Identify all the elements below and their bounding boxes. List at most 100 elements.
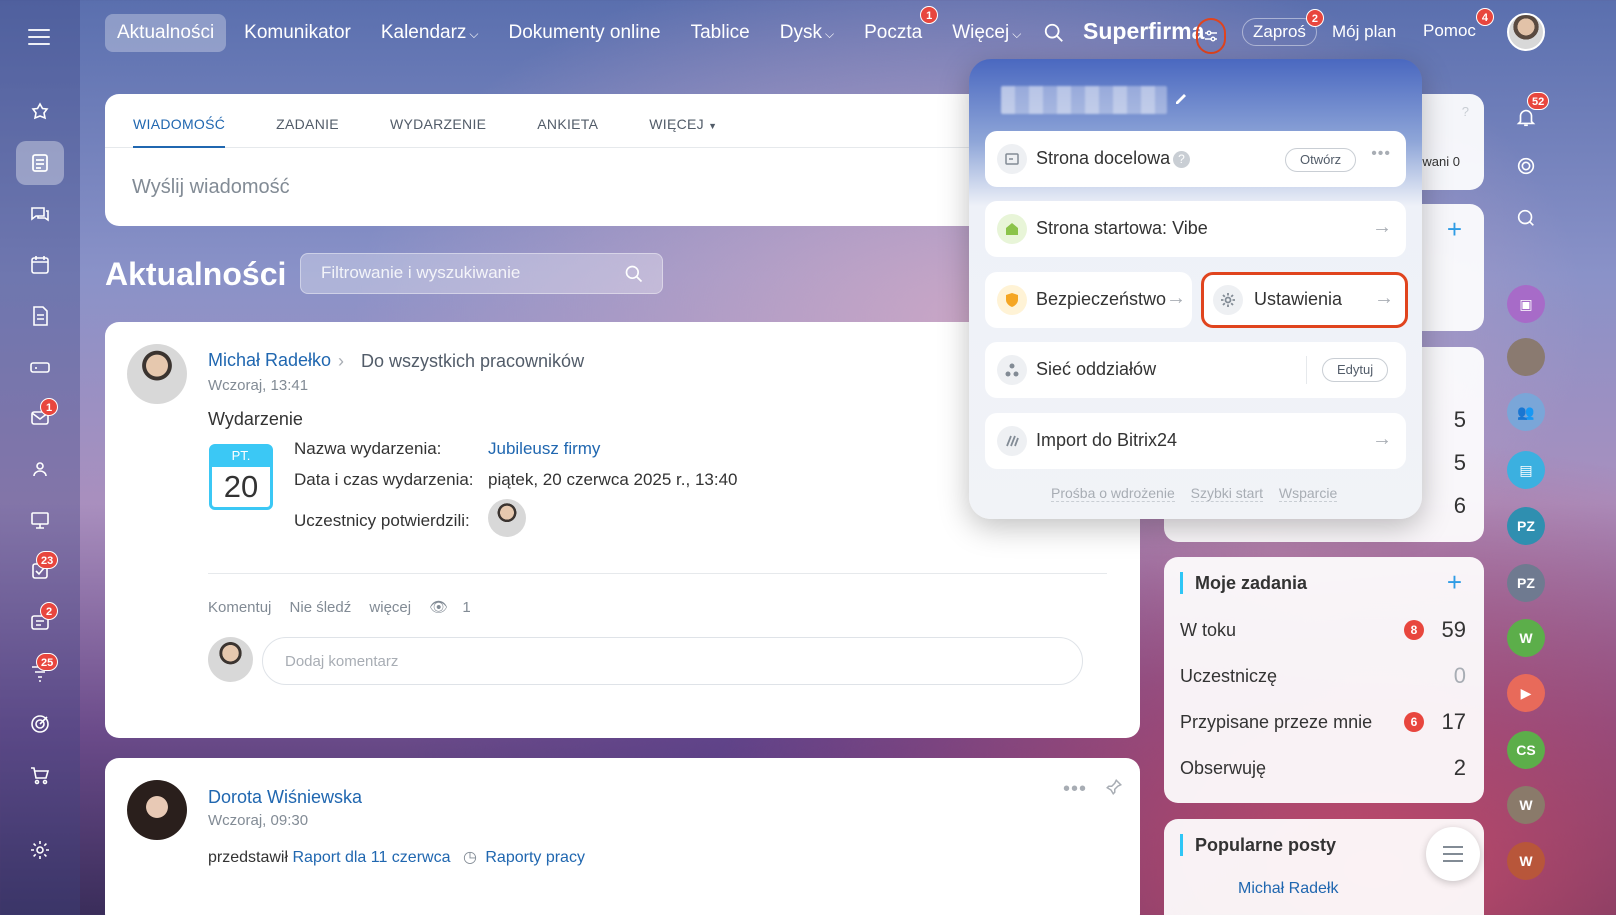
popular-post-author[interactable]: Michał Radełk [1238,880,1338,898]
search-icon[interactable] [1043,22,1065,49]
filter-search-input[interactable]: Filtrowanie i wyszukiwanie [300,253,663,294]
task-row-participating[interactable]: Uczestniczę 0 [1180,663,1466,690]
search-chat-icon[interactable] [1507,199,1545,237]
tab-task[interactable]: ZADANIE [276,94,339,147]
rail-funnel-icon[interactable]: 25 [16,651,64,695]
nav-item-mail[interactable]: Poczta 1 [852,6,939,52]
rail-documents-icon[interactable] [16,294,64,338]
open-button[interactable]: Otwórz [1285,148,1357,172]
video-call-icon[interactable]: ▶ [1507,674,1545,712]
pin-icon[interactable] [1105,778,1123,801]
rail-copilot-icon[interactable] [16,91,64,135]
task-count: 17 [1441,709,1466,734]
my-plan-link[interactable]: Mój plan [1332,22,1396,42]
arrow-right-icon: → [1372,216,1392,238]
event-name-link[interactable]: Jubileusz firmy [488,439,600,459]
landing-page-card[interactable]: Strona docelowa ? Otwórz ••• [985,131,1406,187]
implementation-request-link[interactable]: Prośba o wdrożenie [1051,485,1175,502]
help-button[interactable]: Pomoc 4 [1413,8,1494,46]
post-time[interactable]: Wczoraj, 09:30 [208,812,308,829]
start-page-card[interactable]: Strona startowa: Vibe → [985,201,1406,257]
more-options-icon[interactable]: ••• [1371,145,1391,163]
edit-button[interactable]: Edytuj [1322,358,1389,382]
rail-team-icon[interactable] [16,447,64,491]
post-author[interactable]: Michał Radełko [208,350,331,371]
nav-item-boards[interactable]: Tablice [679,14,762,52]
rail-mail-icon[interactable]: 1 [16,396,64,440]
pencil-icon[interactable] [1174,90,1190,111]
contact-avatar[interactable]: W [1507,842,1545,880]
rail-presentation-icon[interactable] [16,498,64,542]
branches-card[interactable]: Sieć oddziałów Edytuj [985,342,1406,398]
rail-feed-icon[interactable] [16,141,64,185]
nav-item-drive[interactable]: Dysk ⌵ [768,14,846,52]
task-row-in-progress[interactable]: W toku 8 59 [1180,617,1466,644]
more-options-icon[interactable]: ••• [1063,778,1087,801]
add-task-icon[interactable]: + [1447,567,1462,598]
settings-label: Ustawienia [1254,289,1343,309]
contact-avatar[interactable]: W [1507,786,1545,824]
nav-item-more[interactable]: Więcej ⌵ [940,14,1033,52]
security-card[interactable]: Bezpieczeństwo → [985,272,1192,328]
report-link[interactable]: Raport dla 11 czerwca [292,849,450,866]
tab-poll[interactable]: ANKIETA [537,94,598,147]
widget-partial-text: wani 0 [1422,154,1460,169]
support-link[interactable]: Wsparcie [1278,485,1338,502]
company-settings-button[interactable] [1196,18,1226,54]
nav-item-calendar[interactable]: Kalendarz ⌵ [369,14,491,52]
nav-item-messenger[interactable]: Komunikator [232,14,363,52]
quick-start-link[interactable]: Szybki start [1190,485,1263,502]
group-icon[interactable]: 👥 [1507,393,1545,431]
user-avatar[interactable] [1507,13,1545,51]
settings-card[interactable]: Ustawienia → [1201,272,1408,328]
company-name[interactable]: Superfirma [1083,18,1204,45]
task-row-assigned[interactable]: Przypisane przeze mnie 6 17 [1180,709,1466,736]
rail-chat-icon[interactable] [16,192,64,236]
rail-tasks-icon[interactable]: 23 [16,549,64,593]
nav-item-feed[interactable]: Aktualności [105,14,227,52]
rail-drive-icon[interactable] [16,345,64,389]
contact-avatar[interactable]: ▣ [1507,285,1545,323]
rail-calendar-icon[interactable] [16,243,64,287]
contact-avatar[interactable]: CS [1507,731,1545,769]
bell-icon[interactable]: 52 [1507,92,1550,136]
participant-avatar[interactable] [488,499,526,537]
rail-settings-icon[interactable] [16,828,64,872]
post-recipient[interactable]: Do wszystkich pracowników [361,351,584,372]
post-type: Wydarzenie [208,409,303,429]
unfollow-button[interactable]: Nie śledź [290,599,352,616]
widget-title[interactable]: Moje zadania [1180,572,1307,594]
add-icon[interactable]: + [1447,214,1462,245]
comment-button[interactable]: Komentuj [208,599,271,616]
nav-item-documents[interactable]: Dokumenty online [497,14,673,52]
rail-goals-icon[interactable] [16,702,64,746]
tab-event[interactable]: WYDARZENIE [390,94,486,147]
invite-button[interactable]: Zaproś 2 [1242,9,1324,46]
list-icon[interactable] [1426,827,1480,881]
help-icon[interactable]: ? [1462,104,1469,119]
contact-avatar[interactable] [1507,338,1545,376]
post-time[interactable]: Wczoraj, 13:41 [208,377,308,394]
import-card[interactable]: Import do Bitrix24 → [985,413,1406,469]
commenter-avatar [208,637,253,682]
participants-label: Uczestnicy potwierdzili: [294,511,470,530]
contact-avatar[interactable]: PZ [1507,564,1545,602]
comment-input[interactable]: Dodaj komentarz [262,637,1083,685]
author-avatar[interactable] [127,344,187,404]
post-author[interactable]: Dorota Wiśniewska [208,787,362,808]
contact-avatar[interactable]: PZ [1507,507,1545,545]
help-icon[interactable]: ? [1173,151,1190,168]
more-button[interactable]: więcej [369,599,411,616]
chat-icon[interactable]: ▤ [1507,451,1545,489]
menu-icon[interactable] [28,24,50,50]
rail-crm-icon[interactable]: 2 [16,600,64,644]
tab-message[interactable]: WIADOMOŚĆ [133,94,226,148]
work-reports-link[interactable]: Raporty pracy [485,849,585,866]
contact-avatar[interactable]: W [1507,619,1545,657]
task-row-following[interactable]: Obserwuję 2 [1180,755,1466,782]
task-count: 0 [1453,663,1466,688]
rail-shop-icon[interactable] [16,753,64,797]
target-icon[interactable] [1507,147,1545,185]
tab-more[interactable]: WIĘCEJ ▼ [649,94,717,147]
author-avatar[interactable] [127,780,187,840]
